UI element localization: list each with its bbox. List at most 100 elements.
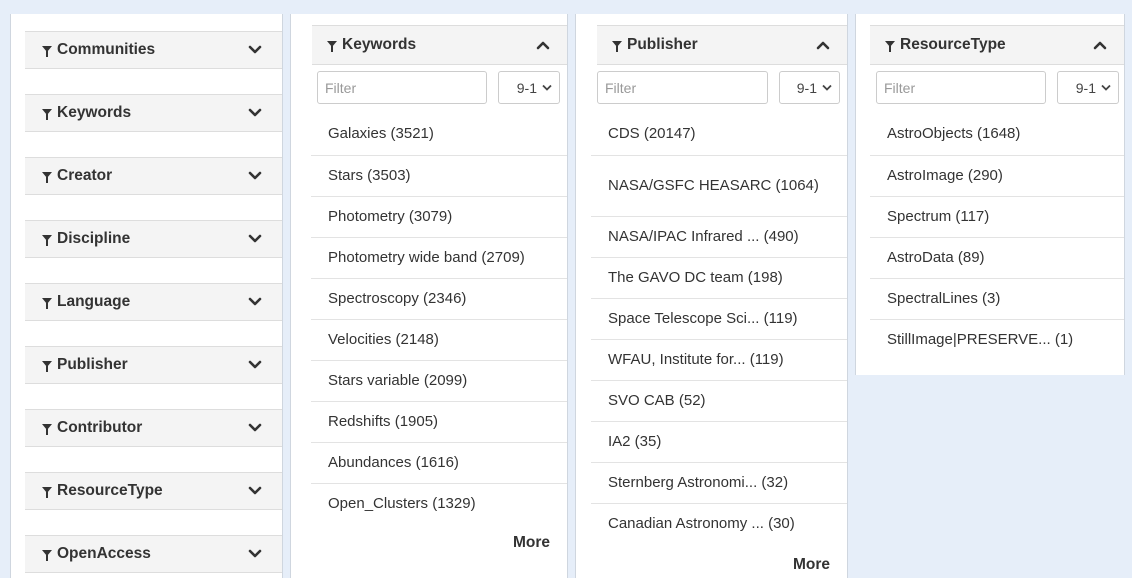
publisher-sort-select[interactable]: 9-1 xyxy=(779,71,840,104)
facet-value-label: Abundances (1616) xyxy=(328,453,459,471)
publisher-more-link[interactable]: More xyxy=(793,556,830,574)
publisher-facet-panel: Publisher 9-1 CDS (20147) NASA/GSFC HEASA… xyxy=(575,14,848,578)
chevron-down-icon xyxy=(248,549,262,559)
facet-value-label: Spectroscopy (2346) xyxy=(328,289,467,307)
facet-label: Language xyxy=(57,293,131,310)
publisher-filter-input[interactable] xyxy=(597,71,768,104)
filter-icon xyxy=(42,486,52,498)
chevron-down-icon xyxy=(248,108,262,118)
facet-openaccess-toggle[interactable]: OpenAccess xyxy=(25,535,282,573)
facet-value-label: Photometry wide band (2709) xyxy=(328,248,525,266)
facet-value-item[interactable]: Photometry wide band (2709) xyxy=(311,237,567,278)
facet-value-item[interactable]: WFAU, Institute for... (119) xyxy=(591,339,847,380)
facet-value-label: Spectrum (117) xyxy=(887,207,990,225)
facet-contributor-toggle[interactable]: Contributor xyxy=(25,409,282,447)
facet-value-item[interactable]: Abundances (1616) xyxy=(311,442,567,483)
chevron-up-icon[interactable] xyxy=(536,40,550,50)
facet-value-item[interactable]: AstroData (89) xyxy=(870,237,1124,278)
facet-publisher-toggle[interactable]: Publisher xyxy=(25,346,282,384)
facet-language-toggle[interactable]: Language xyxy=(25,283,282,321)
publisher-facet-list: CDS (20147) NASA/GSFC HEASARC (1064) NASA/… xyxy=(591,113,847,545)
resourcetype-sort-select[interactable]: 9-1 xyxy=(1057,71,1119,104)
facet-value-label: StillImage|PRESERVE... (1) xyxy=(887,331,1074,349)
keywords-facet-list: Galaxies (3521) Stars (3503) Photometry (3… xyxy=(311,113,567,525)
facet-value-item[interactable]: Stars variable (2099) xyxy=(311,360,567,401)
facet-value-item[interactable]: Photometry (3079) xyxy=(311,196,567,237)
facet-discipline-toggle[interactable]: Discipline xyxy=(25,220,282,258)
chevron-down-icon xyxy=(248,297,262,307)
facet-value-label: IA2 (35) xyxy=(608,432,662,450)
facet-value-label: AstroData (89) xyxy=(887,248,985,266)
facet-label: Discipline xyxy=(57,230,131,247)
facet-keywords-toggle[interactable]: Keywords xyxy=(25,94,282,132)
facet-value-item[interactable]: Redshifts (1905) xyxy=(311,401,567,442)
chevron-down-icon xyxy=(248,45,262,55)
facet-value-label: Canadian Astronomy ... (30) xyxy=(608,515,795,533)
keywords-facet-panel: Keywords 9-1 Galaxies (3521) Stars (3503)… xyxy=(290,14,568,578)
keywords-facet-title: Keywords xyxy=(342,36,417,53)
facet-resourcetype-toggle[interactable]: ResourceType xyxy=(25,472,282,510)
facet-value-item[interactable]: Canadian Astronomy ... (30) xyxy=(591,503,847,545)
facet-communities-toggle[interactable]: Communities xyxy=(25,31,282,69)
facet-label: Publisher xyxy=(57,356,128,373)
facet-creator-toggle[interactable]: Creator xyxy=(25,157,282,195)
facet-value-item[interactable]: StillImage|PRESERVE... (1) xyxy=(870,319,1124,361)
publisher-facet-title: Publisher xyxy=(627,36,698,53)
chevron-up-icon[interactable] xyxy=(816,40,830,50)
facet-value-label: NASA/IPAC Infrared ... (490) xyxy=(608,227,799,245)
facet-value-item[interactable]: Stars (3503) xyxy=(311,155,567,196)
keywords-filter-input[interactable] xyxy=(317,71,487,104)
facet-value-item[interactable]: Galaxies (3521) xyxy=(311,113,567,155)
facet-label: Contributor xyxy=(57,419,143,436)
keywords-more-link[interactable]: More xyxy=(513,534,550,552)
keywords-sort-select[interactable]: 9-1 xyxy=(498,71,560,104)
facet-value-item[interactable]: IA2 (35) xyxy=(591,421,847,462)
filter-icon xyxy=(612,40,622,52)
keywords-facet-header[interactable]: Keywords xyxy=(312,25,567,65)
facet-value-label: AstroObjects (1648) xyxy=(887,124,1021,142)
filter-icon xyxy=(42,171,52,183)
chevron-up-icon[interactable] xyxy=(1093,40,1107,50)
resourcetype-facet-title: ResourceType xyxy=(900,36,1006,53)
facet-value-label: Galaxies (3521) xyxy=(328,124,434,142)
chevron-down-icon xyxy=(542,84,552,91)
facet-value-item[interactable]: Spectroscopy (2346) xyxy=(311,278,567,319)
facet-value-item[interactable]: NASA/GSFC HEASARC (1064) xyxy=(591,155,847,216)
publisher-facet-header[interactable]: Publisher xyxy=(597,25,847,65)
facet-value-item[interactable]: AstroObjects (1648) xyxy=(870,113,1124,155)
facet-value-item[interactable]: The GAVO DC team (198) xyxy=(591,257,847,298)
chevron-down-icon xyxy=(1101,84,1111,91)
facet-value-label: Sternberg Astronomi... (32) xyxy=(608,473,789,491)
keywords-filter-row: 9-1 xyxy=(317,71,560,104)
filter-icon xyxy=(42,360,52,372)
facet-sidebar: Communities Keywords Creator Discipline Lang… xyxy=(10,14,283,578)
publisher-sort-value: 9-1 xyxy=(796,79,817,96)
facet-value-item[interactable]: AstroImage (290) xyxy=(870,155,1124,196)
facet-value-label: Stars (3503) xyxy=(328,166,411,184)
facet-value-item[interactable]: Spectrum (117) xyxy=(870,196,1124,237)
facet-value-label: The GAVO DC team (198) xyxy=(608,268,783,286)
filter-icon xyxy=(42,45,52,57)
resourcetype-filter-row: 9-1 xyxy=(876,71,1119,104)
chevron-down-icon xyxy=(248,360,262,370)
filter-icon xyxy=(42,423,52,435)
filter-icon xyxy=(42,234,52,246)
facet-value-label: AstroImage (290) xyxy=(887,166,1003,184)
facet-value-item[interactable]: Sternberg Astronomi... (32) xyxy=(591,462,847,503)
facet-value-label: Space Telescope Sci... (119) xyxy=(608,309,798,327)
resourcetype-filter-input[interactable] xyxy=(876,71,1046,104)
resourcetype-facet-list: AstroObjects (1648) AstroImage (290) Spect… xyxy=(870,113,1124,361)
facet-value-item[interactable]: Open_Clusters (1329) xyxy=(311,483,567,525)
facet-value-item[interactable]: CDS (20147) xyxy=(591,113,847,155)
facet-value-item[interactable]: SVO CAB (52) xyxy=(591,380,847,421)
resourcetype-facet-header[interactable]: ResourceType xyxy=(870,25,1124,65)
chevron-down-icon xyxy=(248,234,262,244)
facet-value-label: SpectralLines (3) xyxy=(887,289,1001,307)
facet-value-label: CDS (20147) xyxy=(608,124,696,142)
publisher-filter-row: 9-1 xyxy=(597,71,840,104)
facet-value-item[interactable]: SpectralLines (3) xyxy=(870,278,1124,319)
facet-value-item[interactable]: NASA/IPAC Infrared ... (490) xyxy=(591,216,847,257)
chevron-down-icon xyxy=(248,486,262,496)
facet-value-item[interactable]: Velocities (2148) xyxy=(311,319,567,360)
facet-value-item[interactable]: Space Telescope Sci... (119) xyxy=(591,298,847,339)
